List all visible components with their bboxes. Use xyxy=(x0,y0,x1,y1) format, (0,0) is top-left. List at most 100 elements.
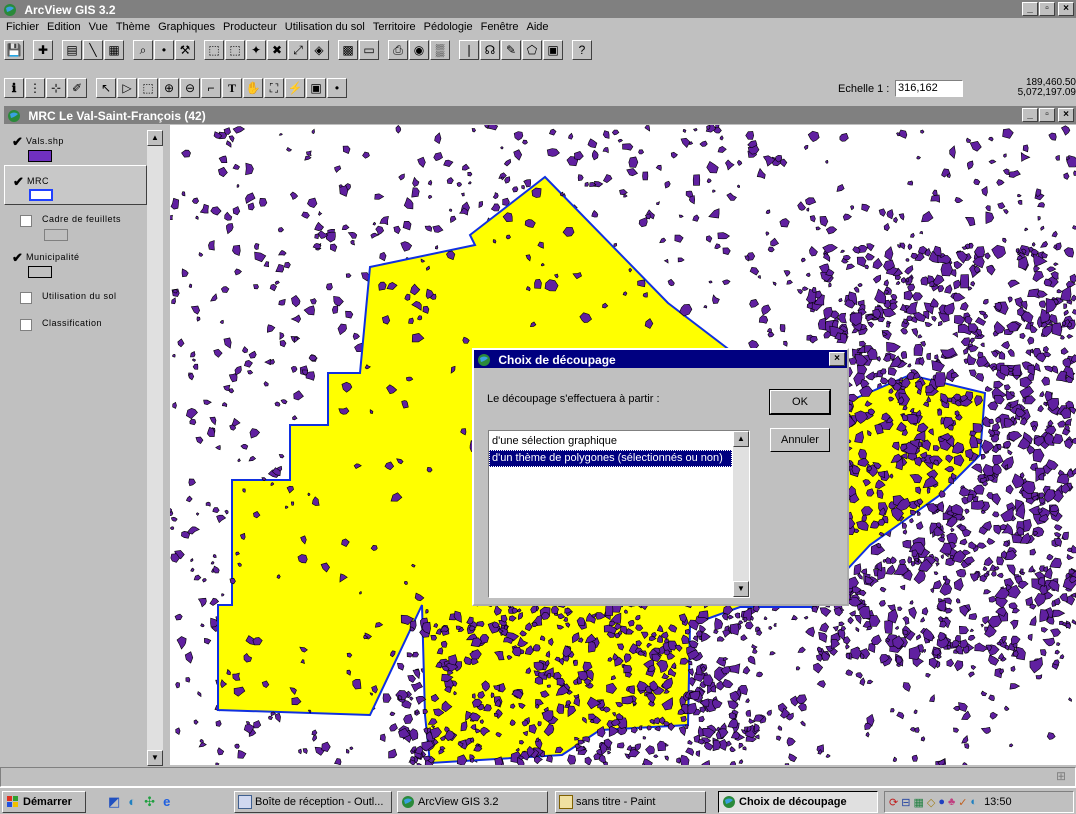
edit-tool-icon[interactable]: ❘ xyxy=(459,40,479,60)
task-paint[interactable]: sans titre - Paint xyxy=(555,791,706,813)
checkbox-icon[interactable] xyxy=(20,215,32,227)
zoom-out-icon[interactable]: ⊖ xyxy=(180,78,200,98)
minimize-icon[interactable]: _ xyxy=(1022,2,1038,16)
menu-pedologie[interactable]: Pédologie xyxy=(420,21,477,33)
ok-button[interactable]: OK xyxy=(770,390,830,414)
vertex-edit-icon[interactable]: ▷ xyxy=(117,78,137,98)
clear-selection-icon[interactable]: ⬚ xyxy=(225,40,245,60)
list-item-selected[interactable]: d'un thème de polygones (sélectionnés ou… xyxy=(489,450,732,467)
scroll-up-icon[interactable]: ▲ xyxy=(147,130,163,146)
polygon-tool-icon[interactable]: ⬠ xyxy=(522,40,542,60)
menu-territoire[interactable]: Territoire xyxy=(369,21,420,33)
outlook-icon[interactable]: ◐ xyxy=(128,794,136,810)
scroll-down-icon[interactable]: ▼ xyxy=(733,581,749,597)
tray-icon[interactable]: ♣ xyxy=(948,796,955,808)
zoom-active-themes-icon[interactable]: ◈ xyxy=(309,40,329,60)
save-icon[interactable]: 💾 xyxy=(4,40,24,60)
edit-legend-icon[interactable]: ╲ xyxy=(83,40,103,60)
measure-icon[interactable]: ✐ xyxy=(67,78,87,98)
listbox-scrollbar[interactable]: ▲ ▼ xyxy=(733,431,749,597)
select-by-theme-icon[interactable]: ⬚ xyxy=(204,40,224,60)
find-icon[interactable]: ⌕ xyxy=(133,40,153,60)
menu-graphiques[interactable]: Graphiques xyxy=(154,21,219,33)
view-minimize-icon[interactable]: _ xyxy=(1022,108,1038,122)
start-button[interactable]: Démarrer xyxy=(2,791,86,813)
identify-icon[interactable]: ℹ xyxy=(4,78,24,98)
close-icon[interactable]: × xyxy=(1058,2,1074,16)
toc-item-classification[interactable]: Classification xyxy=(4,314,147,338)
restore-icon[interactable]: ▫ xyxy=(1039,2,1055,16)
merge-features-icon[interactable]: ✦ xyxy=(246,40,266,60)
tray-icon[interactable]: ● xyxy=(938,796,945,808)
tray-icon[interactable]: ◇ xyxy=(927,796,935,809)
dialog-close-icon[interactable]: × xyxy=(829,352,845,366)
zoom-full-extent-icon[interactable]: ⤢ xyxy=(288,40,308,60)
tray-icon[interactable]: ▦ xyxy=(913,796,923,809)
draw-point-icon[interactable]: • xyxy=(327,78,347,98)
add-theme-icon[interactable]: ✚ xyxy=(33,40,53,60)
desktop-icon[interactable]: ◩ xyxy=(108,794,120,810)
view-restore-icon[interactable]: ▫ xyxy=(1039,108,1055,122)
query-builder-icon[interactable]: ⚒ xyxy=(175,40,195,60)
zoom-previous-icon[interactable]: ▭ xyxy=(359,40,379,60)
text-tool-icon[interactable]: T xyxy=(222,78,242,98)
menu-theme[interactable]: Thème xyxy=(112,21,154,33)
hatch-icon[interactable]: ▒ xyxy=(430,40,450,60)
menu-vue[interactable]: Vue xyxy=(85,21,112,33)
label-icon[interactable]: ⛶ xyxy=(264,78,284,98)
select-feature-icon[interactable]: ⬚ xyxy=(138,78,158,98)
locate-icon[interactable]: • xyxy=(154,40,174,60)
resize-grip-icon[interactable]: ⊞ xyxy=(1056,769,1072,785)
vertex-select-icon[interactable]: ⋮ xyxy=(25,78,45,98)
pointer-icon[interactable]: ↖ xyxy=(96,78,116,98)
toc-item-vals[interactable]: ✔ Vals.shp xyxy=(4,125,147,163)
toc-item-cadre[interactable]: Cadre de feuillets xyxy=(4,207,147,245)
cancel-button[interactable]: Annuler xyxy=(770,428,830,452)
tray-icon[interactable]: ✓ xyxy=(958,796,967,809)
vertex-tool-icon[interactable]: ☊ xyxy=(480,40,500,60)
split-icon[interactable]: ✖ xyxy=(267,40,287,60)
menu-fenetre[interactable]: Fenêtre xyxy=(477,21,523,33)
check-icon[interactable]: ✔ xyxy=(12,252,23,264)
scale-input[interactable]: 316,162 xyxy=(895,80,963,97)
menu-aide[interactable]: Aide xyxy=(523,21,553,33)
tray-icon[interactable]: ⟳ xyxy=(889,796,898,809)
menu-edition[interactable]: Edition xyxy=(43,21,85,33)
hotlink-icon[interactable]: ⚡ xyxy=(285,78,305,98)
menu-fichier[interactable]: Fichier xyxy=(2,21,43,33)
view-close-icon[interactable]: × xyxy=(1058,108,1074,122)
pencil-tool-icon[interactable]: ✎ xyxy=(501,40,521,60)
check-icon[interactable]: ✔ xyxy=(13,176,24,188)
tray-icon[interactable]: ⊟ xyxy=(901,796,910,809)
print-icon[interactable]: ⎙ xyxy=(388,40,408,60)
snap-icon[interactable]: ⊹ xyxy=(46,78,66,98)
layout-icon[interactable]: ▣ xyxy=(543,40,563,60)
pan-icon[interactable]: ✋ xyxy=(243,78,263,98)
task-outlook[interactable]: Boîte de réception - Outl... xyxy=(234,791,392,813)
draw-rectangle-icon[interactable]: ▣ xyxy=(306,78,326,98)
toc-item-municipalite[interactable]: ✔ Municipalité xyxy=(4,247,147,285)
internet-explorer-icon[interactable]: e xyxy=(163,794,170,810)
toc-item-mrc[interactable]: ✔ MRC xyxy=(4,165,147,205)
tray-icon[interactable]: ◐ xyxy=(970,796,977,808)
scroll-down-icon[interactable]: ▼ xyxy=(147,750,163,766)
measure-line-icon[interactable]: ⌐ xyxy=(201,78,221,98)
checkbox-icon[interactable] xyxy=(20,319,32,331)
list-item[interactable]: d'une sélection graphique xyxy=(489,433,732,450)
clip-source-listbox[interactable]: d'une sélection graphique d'un thème de … xyxy=(488,430,750,598)
geoprocessing-icon[interactable]: ◉ xyxy=(409,40,429,60)
menu-utilisation-du-sol[interactable]: Utilisation du sol xyxy=(281,21,369,33)
open-table-icon[interactable]: ▦ xyxy=(104,40,124,60)
toc-item-utilisation[interactable]: Utilisation du sol xyxy=(4,287,147,311)
task-arcview[interactable]: ArcView GIS 3.2 xyxy=(397,791,548,813)
channels-icon[interactable]: ✣ xyxy=(144,794,155,810)
scroll-up-icon[interactable]: ▲ xyxy=(733,431,749,447)
help-pointer-icon[interactable]: ? xyxy=(572,40,592,60)
menu-producteur[interactable]: Producteur xyxy=(219,21,281,33)
theme-properties-icon[interactable]: ▤ xyxy=(62,40,82,60)
zoom-selected-icon[interactable]: ▩ xyxy=(338,40,358,60)
checkbox-icon[interactable] xyxy=(20,292,32,304)
task-choix-decoupage[interactable]: Choix de découpage xyxy=(718,791,878,813)
toc-scrollbar[interactable]: ▲ ▼ xyxy=(147,130,163,766)
zoom-in-icon[interactable]: ⊕ xyxy=(159,78,179,98)
